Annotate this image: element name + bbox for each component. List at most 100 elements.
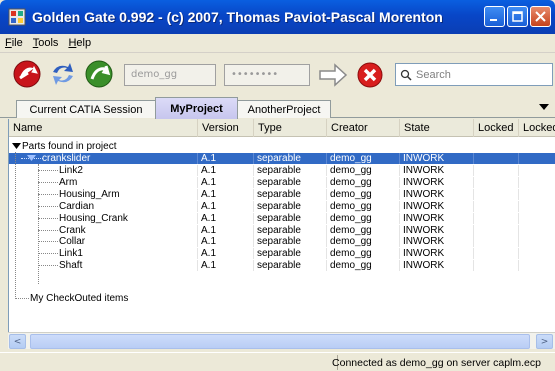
disconnect-icon[interactable] <box>356 61 384 89</box>
table-row[interactable]: Link2 A.1 separable demo_gg INWORK <box>9 165 555 176</box>
cell-locked <box>474 165 519 176</box>
cell-name: Crank <box>59 224 198 236</box>
cell-name: Shaft <box>59 260 198 272</box>
column-header-creator[interactable]: Creator <box>327 119 400 137</box>
maximize-button[interactable] <box>507 6 528 27</box>
table-row[interactable]: Shaft A.1 separable demo_gg INWORK <box>9 260 555 272</box>
minimize-icon <box>490 19 497 21</box>
username-input[interactable]: demo_gg <box>124 64 216 86</box>
horizontal-scrollbar[interactable]: < > <box>8 332 555 349</box>
column-header-locked-2[interactable]: Locked <box>519 119 555 137</box>
cell-creator: demo_gg <box>327 165 400 176</box>
menu-file[interactable]: File <box>0 37 28 49</box>
tree-group-parts[interactable]: Parts found in project <box>9 141 555 152</box>
cell-locked <box>474 248 519 260</box>
close-button[interactable] <box>530 6 551 27</box>
cell-creator: demo_gg <box>327 260 400 272</box>
cell-version: A.1 <box>198 212 254 224</box>
cell-type: separable <box>254 248 327 260</box>
cell-type: separable <box>254 165 327 176</box>
cell-state: INWORK <box>400 165 474 176</box>
cell-state: INWORK <box>400 212 474 224</box>
tab-myproject[interactable]: MyProject <box>155 97 238 119</box>
scroll-left-button[interactable]: < <box>9 334 26 349</box>
tab-anotherproject[interactable]: AnotherProject <box>237 100 331 118</box>
cell-type: separable <box>254 236 327 248</box>
cell-name: Collar <box>59 236 198 248</box>
collapse-triangle-icon[interactable] <box>27 153 36 164</box>
cell-type: separable <box>254 260 327 272</box>
menu-bar: File Tools Help <box>0 34 555 53</box>
table-row-selected[interactable]: crankslider A.1 separable demo_gg INWORK <box>9 153 555 164</box>
cell-locked <box>474 176 519 188</box>
menu-help[interactable]: Help <box>63 37 96 49</box>
cell-creator: demo_gg <box>327 212 400 224</box>
tree-group-checkout-label: My CheckOuted items <box>30 293 129 304</box>
tree-group-label: Parts found in project <box>22 141 117 152</box>
table-row[interactable]: Arm A.1 separable demo_gg INWORK <box>9 176 555 188</box>
cell-creator: demo_gg <box>327 153 400 164</box>
cell-creator: demo_gg <box>327 236 400 248</box>
cell-locked <box>474 200 519 212</box>
table-row[interactable]: Housing_Crank A.1 separable demo_gg INWORK <box>9 212 555 224</box>
cell-version: A.1 <box>198 236 254 248</box>
status-text: Connected as demo_gg on server caplm.ecp <box>332 357 541 369</box>
cell-locked <box>474 188 519 200</box>
table-row[interactable]: Link1 A.1 separable demo_gg INWORK <box>9 248 555 260</box>
cell-creator: demo_gg <box>327 176 400 188</box>
toolbar: demo_gg •••••••• Search <box>0 53 555 95</box>
cell-type: separable <box>254 176 327 188</box>
parts-table: Name Version Type Creator State Locked L… <box>8 119 555 332</box>
search-input[interactable]: Search <box>395 63 553 86</box>
scroll-thumb[interactable] <box>30 334 530 349</box>
cell-name: Arm <box>59 176 198 188</box>
password-input[interactable]: •••••••• <box>224 64 310 86</box>
cell-name: Link1 <box>59 248 198 260</box>
cell-type: separable <box>254 188 327 200</box>
cell-state: INWORK <box>400 260 474 272</box>
cell-version: A.1 <box>198 248 254 260</box>
minimize-button[interactable] <box>484 6 505 27</box>
cell-creator: demo_gg <box>327 248 400 260</box>
cell-state: INWORK <box>400 200 474 212</box>
search-placeholder: Search <box>416 68 451 81</box>
table-row[interactable]: Crank A.1 separable demo_gg INWORK <box>9 224 555 236</box>
cell-version: A.1 <box>198 153 254 164</box>
cell-state: INWORK <box>400 153 474 164</box>
table-row[interactable]: Housing_Arm A.1 separable demo_gg INWORK <box>9 188 555 200</box>
sync-icon[interactable] <box>48 59 78 89</box>
cell-name: Housing_Arm <box>59 188 198 200</box>
catia-connect-icon[interactable] <box>12 59 42 89</box>
arrow-right-icon[interactable] <box>318 63 348 87</box>
search-icon <box>400 69 412 81</box>
app-icon <box>8 8 26 26</box>
scroll-right-button[interactable]: > <box>536 334 553 349</box>
cell-name: Link2 <box>59 165 198 176</box>
cell-state: INWORK <box>400 236 474 248</box>
table-row[interactable]: Collar A.1 separable demo_gg INWORK <box>9 236 555 248</box>
checkin-icon[interactable] <box>84 59 114 89</box>
column-header-version[interactable]: Version <box>198 119 254 137</box>
cell-locked <box>474 236 519 248</box>
menu-tools[interactable]: Tools <box>28 37 64 49</box>
expand-triangle-icon[interactable] <box>12 143 21 150</box>
cell-locked <box>474 212 519 224</box>
cell-locked <box>474 153 519 164</box>
column-header-locked[interactable]: Locked <box>474 119 519 137</box>
cell-locked <box>474 260 519 272</box>
table-row[interactable]: Cardian A.1 separable demo_gg INWORK <box>9 200 555 212</box>
tab-current-catia-session[interactable]: Current CATIA Session <box>16 100 156 118</box>
title-bar: Golden Gate 0.992 - (c) 2007, Thomas Pav… <box>0 0 555 34</box>
cell-type: separable <box>254 212 327 224</box>
column-header-name[interactable]: Name <box>9 119 198 137</box>
cell-creator: demo_gg <box>327 188 400 200</box>
column-header-type[interactable]: Type <box>254 119 327 137</box>
cell-locked <box>474 224 519 236</box>
cell-name: Cardian <box>59 200 198 212</box>
column-header-state[interactable]: State <box>400 119 474 137</box>
tab-list-dropdown-icon[interactable] <box>539 104 549 110</box>
tree-group-checkout[interactable]: My CheckOuted items <box>9 293 555 304</box>
cell-state: INWORK <box>400 224 474 236</box>
cell-name: crankslider <box>42 153 198 164</box>
cell-type: separable <box>254 153 327 164</box>
